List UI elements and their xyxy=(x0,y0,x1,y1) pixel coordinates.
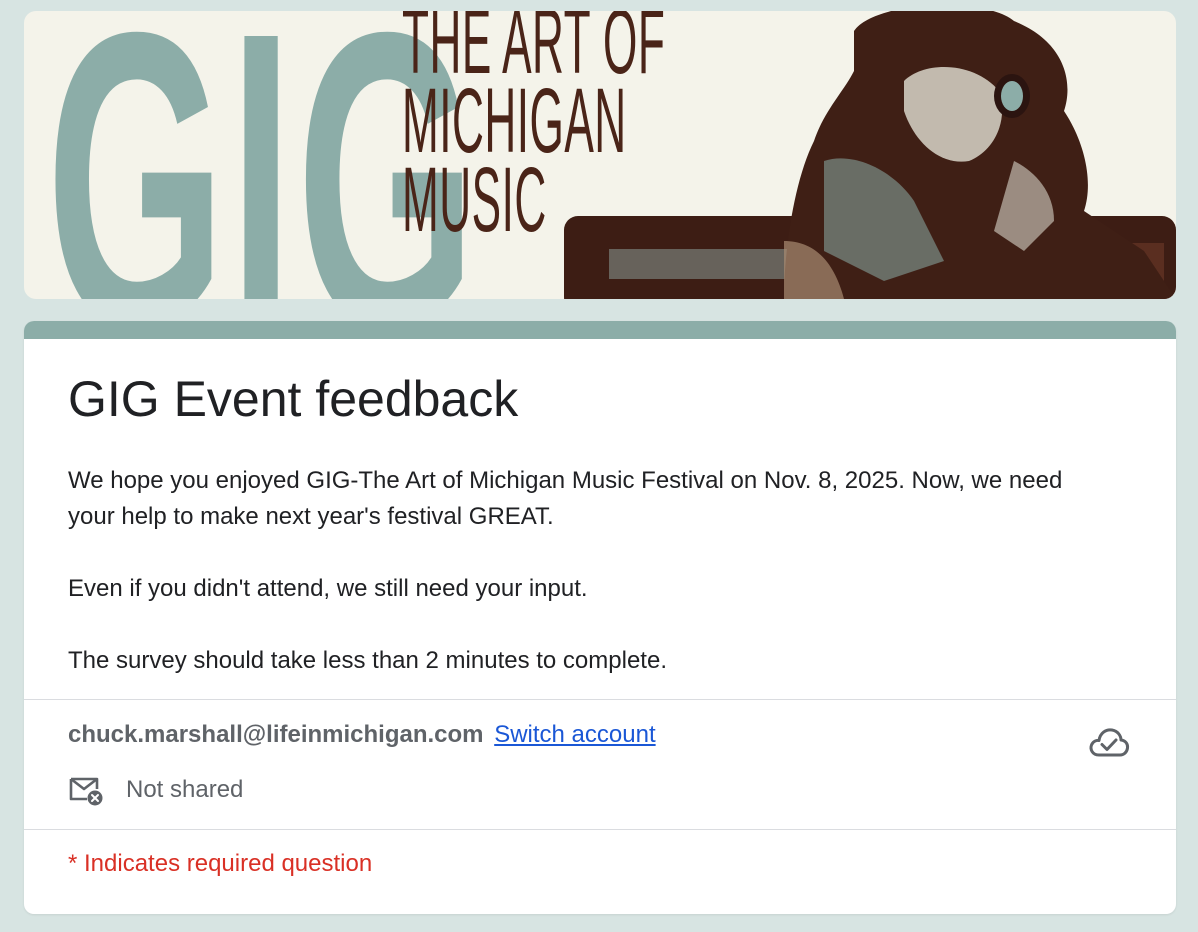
description-paragraph: Even if you didn't attend, we still need… xyxy=(68,575,588,602)
header-banner-image: GIG THE ART OF MICHIGAN MUSIC xyxy=(24,11,1176,299)
card-accent-bar xyxy=(24,321,1176,339)
share-status-text: Not shared xyxy=(126,776,244,803)
description-paragraph: The survey should take less than 2 minut… xyxy=(68,647,667,674)
form-description: We hope you enjoyed GIG-The Art of Michi… xyxy=(68,463,1108,679)
form-page: GIG THE ART OF MICHIGAN MUSIC GIG Event … xyxy=(0,0,1198,932)
switch-account-link[interactable]: Switch account xyxy=(494,721,655,748)
mail-off-icon xyxy=(69,777,103,806)
divider xyxy=(24,699,1176,700)
form-title: GIG Event feedback xyxy=(68,371,519,427)
cloud-check-icon xyxy=(1089,728,1130,757)
share-status-row: Not shared xyxy=(68,772,243,808)
account-row: chuck.marshall@lifeinmichigan.com Switch… xyxy=(68,721,656,749)
banner-title-line: MUSIC xyxy=(402,149,547,252)
account-email: chuck.marshall@lifeinmichigan.com xyxy=(68,721,484,748)
required-question-note: * Indicates required question xyxy=(68,850,373,877)
form-header-card: GIG Event feedback We hope you enjoyed G… xyxy=(24,321,1176,914)
divider xyxy=(24,829,1176,830)
banner-title: THE ART OF MICHIGAN MUSIC xyxy=(402,11,665,252)
description-paragraph: We hope you enjoyed GIG-The Art of Michi… xyxy=(68,467,1063,530)
